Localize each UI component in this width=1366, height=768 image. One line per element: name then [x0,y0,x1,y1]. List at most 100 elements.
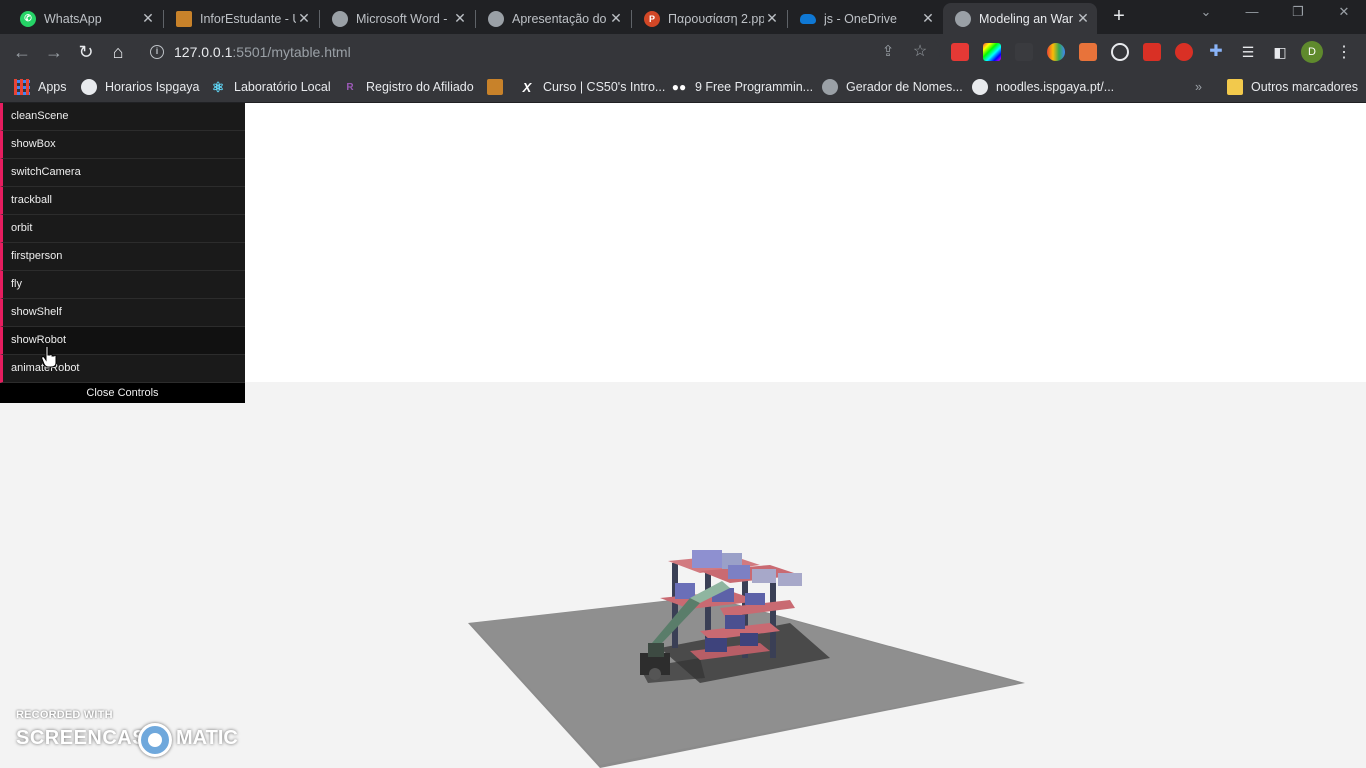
tab-title: Παρουσίαση 2.pp [668,11,764,26]
screencast-watermark: RECORDED WITH SCREENCAST MATIC [16,709,246,759]
reload-icon[interactable]: ↻ [74,40,98,64]
bookmark-free-programming[interactable]: ●● 9 Free Programmin... [671,77,813,97]
control-show-robot[interactable]: showRobot [0,327,245,355]
bookmark-gerador[interactable]: Gerador de Nomes... [822,77,963,97]
home-icon[interactable]: ⌂ [106,40,130,64]
whatsapp-icon: ✆ [20,10,36,27]
watermark-top-text: RECORDED WITH [16,709,113,721]
close-icon[interactable]: ✕ [764,10,780,27]
bookmark-apps[interactable]: Apps [14,77,67,97]
control-show-shelf[interactable]: showShelf [0,299,245,327]
shelf-box [705,638,727,652]
address-bar[interactable]: i 127.0.0.1:5501/mytable.html [140,38,940,66]
share-icon[interactable]: ⇪ [876,40,900,64]
bookmark-label: Laboratório Local [234,80,331,94]
control-show-box[interactable]: showBox [0,131,245,159]
menu-kebab-icon[interactable]: ⋮ [1336,42,1352,62]
bookmark-other-folder[interactable]: Outros marcadores [1227,77,1358,97]
bookmark-registro[interactable]: R Registro do Afiliado [342,77,473,97]
robot-body [648,643,664,657]
profile-avatar[interactable]: D [1301,41,1323,63]
extension-stop-icon[interactable] [1175,43,1193,61]
inforestudante-icon [176,10,192,27]
onedrive-icon [800,13,816,24]
shelf-box [692,550,722,568]
bookmark-label: 9 Free Programmin... [695,80,814,94]
bookmark-noodles[interactable]: noodles.ispgaya.pt/... [972,77,1114,97]
close-controls-button[interactable]: Close Controls [0,383,245,403]
close-icon[interactable]: ✕ [452,10,468,27]
tab-title: Apresentação do [512,11,607,26]
apps-grid-icon [14,79,30,95]
bookmark-star-icon[interactable]: ☆ [908,40,932,64]
bookmark-label: Outros marcadores [1251,80,1358,94]
extension-colorpicker-icon[interactable] [1047,43,1065,61]
close-window-icon[interactable]: ✕ [1330,4,1358,20]
tab-inforestudante[interactable]: InforEstudante - U ✕ [164,3,318,34]
extension-record-icon[interactable] [1111,43,1129,61]
screencast-logo-icon [138,723,172,757]
browser-toolbar: ← → ↻ ⌂ i 127.0.0.1:5501/mytable.html ⇪ … [0,34,1366,70]
hand-cursor-icon [41,346,57,368]
shelf-box [675,583,695,599]
robot-wheel [649,668,661,680]
extension-s-icon[interactable] [951,43,969,61]
reading-list-icon[interactable]: ☰ [1236,40,1260,64]
control-animate-robot[interactable]: animateRobot [0,355,245,383]
powerpoint-icon: P [644,10,660,27]
minimize-icon[interactable]: — [1238,4,1266,19]
shelf-box [740,633,758,646]
close-icon[interactable]: ✕ [140,10,156,27]
tab-title: js - OneDrive [824,11,897,26]
tab-onedrive[interactable]: js - OneDrive ✕ [788,3,942,34]
side-panel-icon[interactable]: ◧ [1268,40,1292,64]
control-trackball[interactable]: trackball [0,187,245,215]
tab-whatsapp[interactable]: ✆ WhatsApp ✕ [8,3,162,34]
extensions-puzzle-icon[interactable]: ✚ [1204,40,1228,64]
tab-powerpoint[interactable]: P Παρουσίαση 2.pp ✕ [632,3,786,34]
gerador-icon [822,79,838,95]
control-switch-camera[interactable]: switchCamera [0,159,245,187]
globe-icon [81,79,97,95]
control-fly[interactable]: fly [0,271,245,299]
bookmark-label: Gerador de Nomes... [846,80,963,94]
extension-figure-icon[interactable] [1079,43,1097,61]
bookmark-label: noodles.ispgaya.pt/... [996,80,1115,94]
extension-react-icon[interactable] [1015,43,1033,61]
shelf-box [752,569,776,583]
tab-microsoft-word[interactable]: Microsoft Word - ✕ [320,3,474,34]
close-icon[interactable]: ✕ [296,10,312,27]
back-arrow-icon[interactable]: ← [10,40,34,64]
bookmark-label: Horarios Ispgaya [105,80,200,94]
bookmark-laboratorio[interactable]: ⚛ Laboratório Local [210,77,331,97]
shelf-box [778,573,802,586]
close-icon[interactable]: ✕ [1075,10,1091,27]
restore-icon[interactable]: ❐ [1284,4,1312,20]
close-icon[interactable]: ✕ [920,10,936,27]
forward-arrow-icon[interactable]: → [42,40,66,64]
extension-mega-icon[interactable] [1143,43,1161,61]
shelf-box [745,593,765,605]
extension-color-icon[interactable] [983,43,1001,61]
globe-icon [488,10,504,27]
registro-icon: R [346,81,354,93]
x-icon: X [522,79,532,95]
bookmark-cs50[interactable]: X Curso | CS50's Intro... [519,77,666,97]
tab-apresentacao[interactable]: Apresentação do ✕ [476,3,630,34]
tab-search-icon[interactable]: ⌄ [1192,4,1220,20]
control-firstperson[interactable]: firstperson [0,243,245,271]
bookmark-horarios[interactable]: Horarios Ispgaya [81,77,200,97]
controls-panel: cleanScene showBox switchCamera trackbal… [0,103,245,403]
medium-icon: ●● [671,80,687,94]
new-tab-button[interactable]: + [1108,6,1130,28]
bookmarks-overflow-icon[interactable]: » [1195,77,1202,97]
tab-title: WhatsApp [44,11,102,26]
control-orbit[interactable]: orbit [0,215,245,243]
site-info-icon[interactable]: i [150,45,164,59]
tab-modeling-active[interactable]: Modeling an War ✕ [943,3,1097,34]
tab-title: Microsoft Word - [356,11,448,26]
close-icon[interactable]: ✕ [608,10,624,27]
bookmark-inforestudante[interactable] [487,77,511,97]
url-path: :5501/mytable.html [232,44,351,60]
control-clean-scene[interactable]: cleanScene [0,103,245,131]
